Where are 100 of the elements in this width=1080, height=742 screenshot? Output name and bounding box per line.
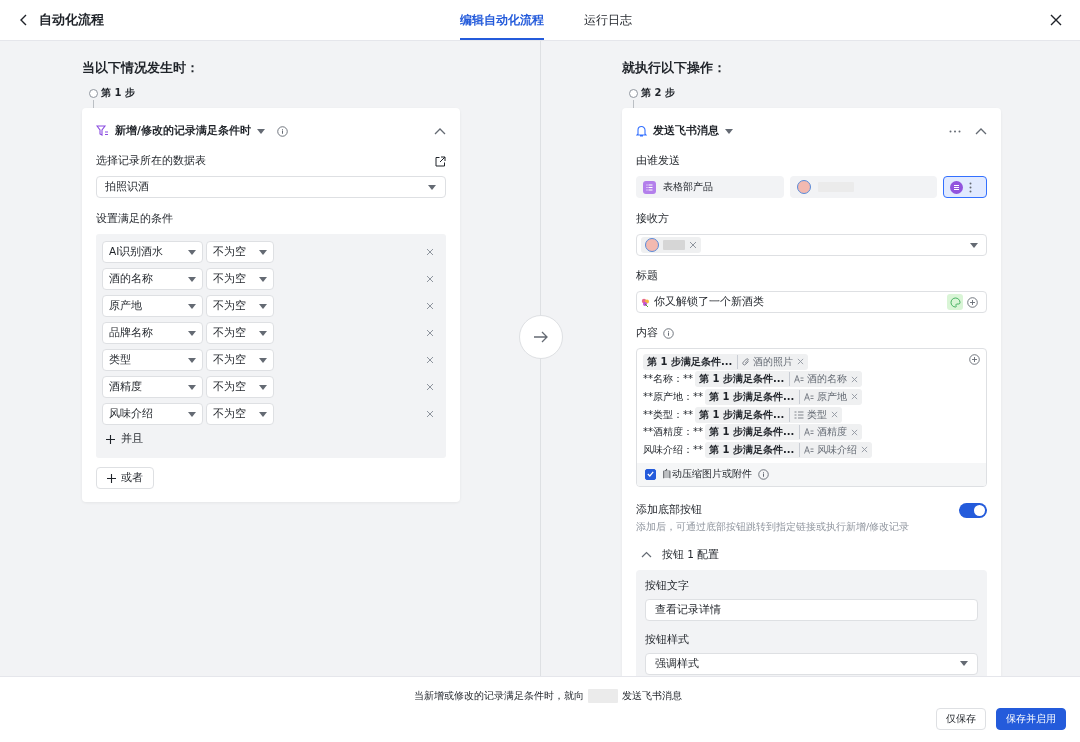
style-button[interactable] [947, 294, 963, 310]
content-text: **原产地：** [643, 390, 703, 404]
field-reference-chip[interactable]: 第 1 步满足条件... 原产地 [705, 389, 863, 405]
paperclip-icon [742, 357, 751, 366]
bell-icon [636, 125, 647, 137]
sender-option[interactable] [943, 176, 987, 198]
info-icon [663, 327, 674, 339]
input-field[interactable]: 查看记录详情 [645, 598, 978, 621]
field-label: 添加底部按钮 [636, 503, 702, 518]
close-icon[interactable] [1050, 14, 1062, 26]
more-icon[interactable] [949, 129, 961, 133]
plus-icon [107, 473, 116, 483]
more-vertical-icon[interactable] [969, 181, 973, 193]
content-text: **酒精度：** [643, 425, 703, 440]
plus-icon [106, 434, 115, 444]
bot-list-icon [950, 180, 964, 194]
caret-icon [970, 242, 978, 248]
toggle-switch[interactable] [959, 502, 987, 518]
caret-icon [259, 384, 267, 390]
add-circle-icon[interactable] [969, 354, 980, 365]
field-select[interactable]: 品牌名称 [102, 322, 203, 344]
hint-text: 添加后，可通过底部按钮跳转到指定链接或执行新增/修改记录 [636, 520, 911, 534]
field-label: 选择记录所在的数据表 [96, 154, 206, 168]
field-reference-chip[interactable]: 第 1 步满足条件... 酒的名称 [695, 371, 863, 388]
add-and-button[interactable]: 并且 [102, 430, 147, 452]
save-enable-button[interactable]: 保存并启用 [996, 708, 1066, 730]
summary-text: 当新增或修改的记录满足条件时，就向 [414, 689, 584, 703]
add-or-button[interactable]: 或者 [96, 467, 154, 489]
caret-icon [259, 303, 267, 309]
caret-icon [428, 184, 436, 190]
field-select[interactable]: 原产地 [102, 295, 203, 317]
avatar [796, 180, 811, 194]
chevron-up-icon[interactable] [975, 127, 987, 135]
info-icon [758, 468, 769, 480]
back-icon[interactable] [20, 14, 27, 26]
field-reference-chip[interactable]: 第 1 步满足条件... 类型 [695, 406, 843, 423]
operator-select[interactable]: 不为空 [206, 268, 274, 290]
field-reference-chip[interactable]: 第 1 步满足条件... 酒的照片 [643, 353, 809, 370]
operator-select[interactable]: 不为空 [206, 295, 274, 317]
content-editor[interactable]: 第 1 步满足条件... 酒的照片 **名称：** 第 1 步满足条件... 酒的名称 **原产地：** 第 1 步满足条件... 原产地 **类型：** 第 1 步满足条件... 类型 **酒精度：** 第 1 步满足条件... 酒精度 风味介绍：** 第 1 步满足条件... 风味介绍 自动压缩图片或附件 [636, 348, 987, 487]
field-select[interactable]: 酒精度 [102, 376, 203, 398]
operator-select[interactable]: 不为空 [206, 322, 274, 344]
summary-text: 发送飞书消息 [622, 689, 682, 703]
caret-icon [188, 384, 196, 390]
arrow-right-icon [534, 331, 548, 343]
step-label: 第 2 步 [641, 86, 675, 100]
action-title[interactable]: 发送飞书消息 [653, 124, 719, 138]
caret-icon [259, 357, 267, 363]
avatar [645, 238, 659, 252]
caret-icon [960, 661, 968, 667]
caret-icon [188, 411, 196, 417]
field-label: 由谁发送 [636, 154, 680, 168]
step-dot [629, 88, 638, 98]
step-label: 第 1 步 [101, 86, 135, 100]
recipient-select[interactable] [636, 234, 987, 256]
external-link-icon[interactable] [435, 155, 446, 167]
title-field[interactable]: 你又解锁了一个新酒类 [636, 291, 987, 313]
bot-list-icon [643, 180, 656, 194]
field-label: 按钮样式 [645, 632, 689, 647]
operator-select[interactable]: 不为空 [206, 349, 274, 371]
caret-icon [256, 128, 265, 134]
tab[interactable]: 运行日志 [584, 0, 632, 40]
caret-icon [188, 276, 196, 282]
checkbox-label: 自动压缩图片或附件 [662, 467, 752, 481]
caret-icon [188, 330, 196, 336]
field-label: 设置满足的条件 [96, 212, 173, 226]
text-field-icon [804, 393, 815, 401]
chevron-up-icon[interactable] [641, 551, 652, 559]
operator-select[interactable]: 不为空 [206, 403, 274, 425]
operator-select[interactable]: 不为空 [206, 376, 274, 398]
field-select[interactable]: AI识别酒水 [102, 241, 203, 263]
caret-icon [259, 276, 267, 282]
field-select[interactable]: 类型 [102, 349, 203, 371]
checkbox[interactable] [645, 468, 656, 480]
section-title: 按钮 1 配置 [662, 547, 720, 562]
step-dot [89, 88, 98, 98]
content-text: **类型：** [643, 407, 693, 422]
text-field-icon [804, 428, 815, 437]
redacted-block [663, 240, 685, 250]
page-title: 自动化流程 [39, 11, 104, 29]
field-reference-chip[interactable]: 第 1 步满足条件... 酒精度 [705, 424, 863, 441]
caret-icon [188, 303, 196, 309]
field-reference-chip[interactable]: 第 1 步满足条件... 风味介绍 [705, 441, 873, 458]
info-icon [276, 125, 288, 137]
field-select[interactable]: 风味介绍 [102, 403, 203, 425]
content-text: **名称：** [643, 372, 693, 387]
field-label: 内容 [636, 326, 658, 340]
table-select[interactable]: 拍照识酒 [96, 176, 446, 198]
field-label: 接收方 [636, 212, 669, 226]
caret-icon [259, 249, 267, 255]
sender-option[interactable]: 表格部产品 [636, 176, 784, 198]
field-select[interactable]: 酒的名称 [102, 268, 203, 290]
save-button[interactable]: 仅保存 [936, 708, 986, 730]
chevron-up-icon[interactable] [434, 127, 446, 135]
operator-select[interactable]: 不为空 [206, 241, 274, 263]
field-label: 按钮文字 [645, 578, 689, 593]
style-select[interactable]: 强调样式 [645, 652, 978, 675]
text-field-icon [804, 445, 815, 454]
trigger-title[interactable]: 新增/修改的记录满足条件时 [115, 124, 251, 138]
add-circle-icon[interactable] [967, 296, 978, 308]
